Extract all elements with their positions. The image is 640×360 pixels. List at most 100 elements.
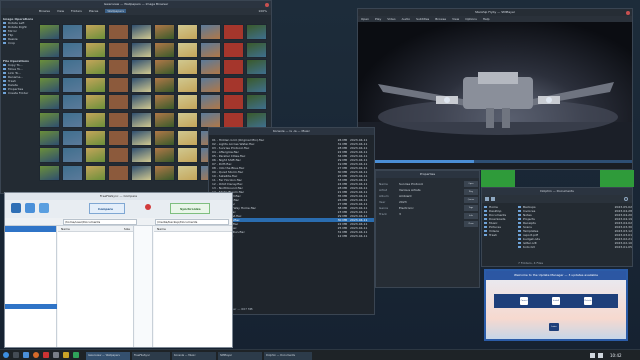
wallpaper-thumbnail[interactable] (154, 111, 175, 128)
wallpaper-thumbnail[interactable] (154, 24, 175, 40)
wallpaper-thumbnail[interactable] (62, 111, 83, 128)
video-player-titlebar[interactable]: Starship Flyby — SMPlayer (358, 9, 632, 16)
wallpaper-thumbnail[interactable] (177, 111, 198, 128)
wallpaper-thumbnail[interactable] (131, 24, 152, 40)
wallpaper-thumbnail[interactable] (131, 164, 152, 181)
wallpaper-thumbnail[interactable] (154, 147, 175, 164)
wallpaper-thumbnail[interactable] (108, 164, 129, 181)
browser-icon[interactable] (33, 352, 39, 358)
wallpaper-thumbnail[interactable] (177, 147, 198, 164)
sidebar-item[interactable]: Create Folder (3, 91, 35, 95)
wallpaper-thumbnail[interactable] (39, 59, 60, 76)
wallpaper-thumbnail[interactable] (85, 94, 106, 111)
property-button[interactable]: Info (464, 213, 478, 219)
wallpaper-thumbnail[interactable] (177, 59, 198, 76)
wallpaper-thumbnail[interactable] (39, 111, 60, 128)
wallpaper-thumbnail[interactable] (223, 111, 244, 128)
wallpaper-thumbnail[interactable] (85, 111, 106, 128)
left-path-input[interactable]: /home/user/Documents (63, 219, 137, 225)
property-button[interactable]: Queue (464, 197, 478, 203)
task-konsole[interactable]: Konsole — Music (172, 351, 216, 360)
file-row[interactable]: 25 - Outro.flac12 MB2023-04-11 (209, 234, 374, 238)
wallpaper-thumbnail[interactable] (108, 76, 129, 93)
wallpaper-thumbnail[interactable] (131, 41, 152, 58)
wallpaper-thumbnail[interactable] (131, 111, 152, 128)
wallpaper-thumbnail[interactable] (62, 59, 83, 76)
folder-pair-row[interactable] (5, 304, 57, 309)
wallpaper-thumbnail[interactable] (200, 41, 221, 58)
wallpaper-thumbnail[interactable] (62, 24, 83, 40)
wallpaper-thumbnail[interactable] (39, 147, 60, 164)
wallpaper-thumbnail[interactable] (85, 24, 106, 40)
wallpaper-thumbnail[interactable] (85, 147, 106, 164)
task-smplayer[interactable]: SMPlayer (218, 351, 262, 360)
place-item[interactable]: Trash (484, 233, 514, 237)
file-item[interactable]: todo.txt 2023-01-05 (518, 245, 632, 249)
wallpaper-thumbnail[interactable] (85, 76, 106, 93)
right-name-header[interactable]: Name (157, 227, 166, 231)
image-viewer-titlebar[interactable]: Gwenview — Wallpapers — Image Browser (1, 1, 271, 8)
wallpaper-thumbnail[interactable] (154, 164, 175, 181)
compare-titlebar[interactable]: FreeFileSync — Compare (5, 193, 232, 200)
wallpaper-thumbnail[interactable] (200, 94, 221, 111)
filter-icon[interactable] (25, 203, 35, 213)
task-gwenview[interactable]: Gwenview — Wallpapers (86, 351, 130, 360)
menu-open[interactable]: Open (361, 17, 369, 21)
wallpaper-thumbnail[interactable] (177, 24, 198, 40)
wallpaper-thumbnail[interactable] (39, 24, 60, 40)
left-size-header[interactable]: Size (124, 226, 130, 231)
wallpaper-thumbnail[interactable] (108, 147, 129, 164)
wallpaper-thumbnail[interactable] (177, 164, 198, 181)
wallpaper-thumbnail[interactable] (62, 76, 83, 93)
wallpaper-thumbnail[interactable] (246, 24, 267, 40)
file-list-titlebar[interactable]: Konsole — ls -la — Music (209, 128, 374, 135)
wallpaper-thumbnail[interactable] (223, 94, 244, 111)
wallpaper-thumbnail[interactable] (108, 41, 129, 58)
editor-icon[interactable] (73, 352, 79, 358)
wallpaper-thumbnail[interactable] (39, 41, 60, 58)
wallpaper-thumbnail[interactable] (85, 129, 106, 146)
wallpaper-thumbnail[interactable] (85, 164, 106, 181)
network-icon[interactable] (590, 353, 595, 358)
property-button[interactable]: Open (464, 181, 478, 187)
wallpaper-thumbnail[interactable] (154, 59, 175, 76)
menu-video[interactable]: Video (387, 17, 395, 21)
wallpaper-thumbnail[interactable] (154, 94, 175, 111)
property-button[interactable]: Play (464, 189, 478, 195)
install-button[interactable]: Install (552, 297, 560, 305)
wallpaper-thumbnail[interactable] (62, 147, 83, 164)
wallpaper-thumbnail[interactable] (62, 94, 83, 111)
settings-icon[interactable] (39, 203, 49, 213)
wallpaper-thumbnail[interactable] (85, 41, 106, 58)
wallpaper-thumbnail[interactable] (200, 59, 221, 76)
menu-browse[interactable]: Browse (435, 17, 446, 21)
volume-icon[interactable] (598, 353, 603, 358)
tab-places[interactable]: Places (89, 9, 99, 13)
property-button[interactable]: Tags (464, 205, 478, 211)
view-button[interactable]: View (57, 9, 64, 13)
wallpaper-thumbnail[interactable] (200, 76, 221, 93)
compare-icon[interactable] (11, 203, 21, 213)
clock[interactable]: 10:42 (610, 351, 622, 360)
file-manager-titlebar[interactable]: Dolphin — Documents (482, 188, 632, 195)
cancel-button[interactable]: Cancel (520, 297, 528, 305)
wallpaper-thumbnail[interactable] (154, 129, 175, 146)
video-frame[interactable] (358, 22, 632, 160)
menu-subtitles[interactable]: Subtitles (416, 17, 429, 21)
wallpaper-thumbnail[interactable] (131, 94, 152, 111)
wallpaper-thumbnail[interactable] (200, 111, 221, 128)
wallpaper-thumbnail[interactable] (39, 76, 60, 93)
wallpaper-thumbnail[interactable] (246, 94, 267, 111)
details-button[interactable]: Details (584, 297, 592, 305)
wallpaper-thumbnail[interactable] (108, 59, 129, 76)
menu-options[interactable]: Options (465, 17, 477, 21)
property-button[interactable]: Close (464, 221, 478, 227)
wallpaper-thumbnail[interactable] (108, 129, 129, 146)
wallpaper-thumbnail[interactable] (131, 59, 152, 76)
wallpaper-thumbnail[interactable] (131, 76, 152, 93)
properties-titlebar[interactable]: Properties (376, 171, 479, 178)
wallpaper-thumbnail[interactable] (85, 59, 106, 76)
settings-icon[interactable] (53, 352, 59, 358)
wallpaper-thumbnail[interactable] (246, 76, 267, 93)
wallpaper-thumbnail[interactable] (39, 164, 60, 181)
